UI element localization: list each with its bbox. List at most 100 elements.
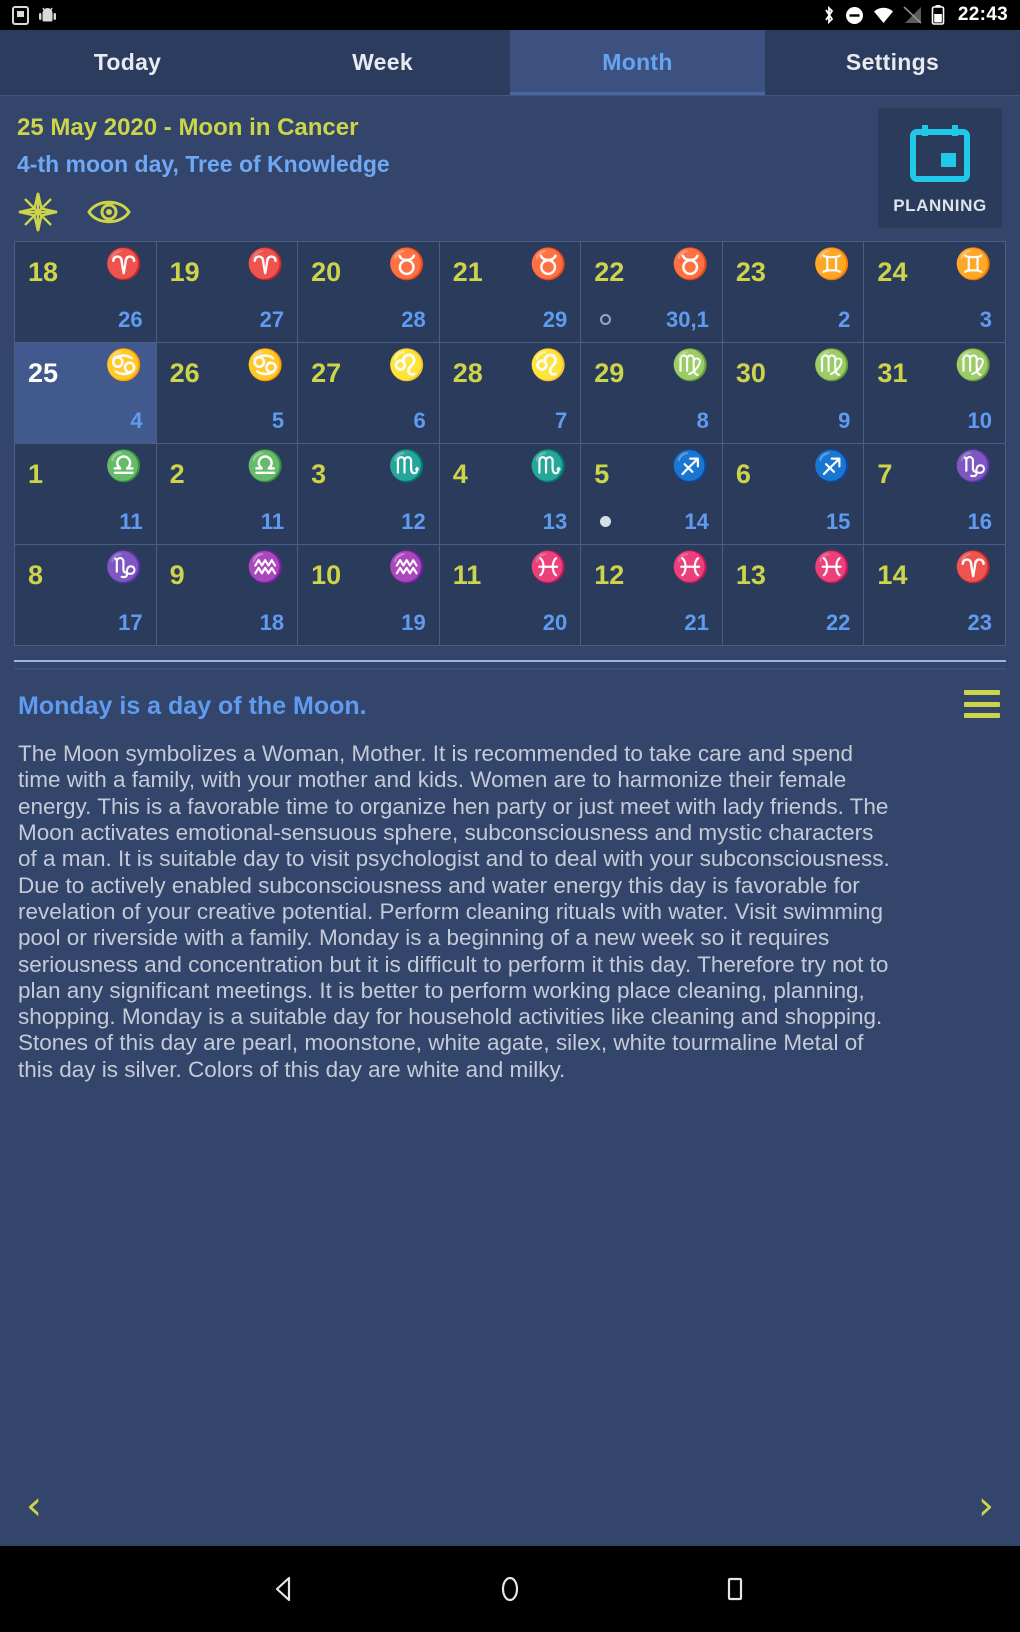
signal-off-icon: [903, 6, 922, 24]
previous-day-button[interactable]: ‹: [26, 1486, 42, 1526]
calendar-moon-day: 23: [967, 610, 992, 635]
tab-bar: Today Week Month Settings: [0, 30, 1020, 96]
tab-settings[interactable]: Settings: [765, 30, 1020, 95]
recents-icon[interactable]: [720, 1574, 750, 1604]
zodiac-cancer-icon: ♋: [246, 349, 285, 382]
calendar-day-cell[interactable]: 25 ♋ 4: [15, 343, 157, 444]
calendar-day-cell[interactable]: 20 ♉ 28: [298, 242, 440, 343]
calendar-day-cell[interactable]: 5 ♐ 14: [581, 444, 723, 545]
zodiac-virgo-icon: ♍: [671, 349, 709, 382]
dnd-icon: [845, 6, 864, 25]
zodiac-scorpio-icon: ♏: [529, 450, 568, 483]
calendar-day-cell[interactable]: 22 ♉ 30,1: [581, 242, 723, 343]
calendar-day-cell[interactable]: 8 ♑ 17: [15, 545, 157, 646]
zodiac-aries-icon: ♈: [105, 248, 143, 281]
tab-month[interactable]: Month: [510, 30, 765, 95]
calendar-day-cell[interactable]: 29 ♍ 8: [581, 343, 723, 444]
calendar-day-cell[interactable]: 23 ♊ 2: [722, 242, 865, 343]
calendar-day-cell[interactable]: 7 ♑ 16: [864, 444, 1006, 545]
calendar-day-number: 31: [877, 358, 908, 388]
calendar-day-cell[interactable]: 6 ♐ 15: [722, 444, 865, 545]
zodiac-leo-icon: ♌: [529, 349, 568, 382]
zodiac-aquarius-icon: ♒: [388, 551, 426, 584]
calendar-day-number: 30: [735, 358, 766, 388]
calendar-day-cell[interactable]: 10 ♒ 19: [298, 545, 440, 646]
calendar-moon-day: 22: [825, 610, 851, 635]
calendar-moon-day: 13: [542, 509, 568, 534]
calendar-day-cell[interactable]: 13 ♓ 22: [722, 545, 865, 646]
calendar-day-cell[interactable]: 30 ♍ 9: [722, 343, 865, 444]
home-icon[interactable]: [495, 1574, 525, 1604]
calendar-day-cell[interactable]: 28 ♌ 7: [439, 343, 582, 444]
calendar-day-number: 6: [735, 459, 751, 489]
calendar-day-cell[interactable]: 4 ♏ 13: [439, 444, 582, 545]
android-status-bar: 22:43: [0, 0, 1020, 30]
calendar-moon-day: 15: [825, 509, 851, 534]
calendar-day-number: 27: [311, 358, 342, 388]
status-bar-right-icons: 22:43: [822, 4, 1008, 26]
calendar-moon-day: 14: [684, 509, 709, 534]
calendar-day-cell[interactable]: 21 ♉ 29: [439, 242, 582, 343]
tab-week[interactable]: Week: [255, 30, 510, 95]
eye-icon[interactable]: [87, 195, 131, 229]
calendar-day-number: 11: [452, 560, 482, 590]
back-icon[interactable]: [270, 1574, 300, 1604]
hamburger-icon[interactable]: [964, 690, 1000, 718]
battery-icon: [931, 5, 945, 25]
planning-button[interactable]: PLANNING: [878, 108, 1002, 228]
calendar-grid: 18 ♈ 26 19 ♈ 27 20 ♉ 28 21 ♉ 29 22 ♉ 30,1 23 ♊ 2 24 ♊ 3 25 ♋ 4 2…: [14, 241, 1006, 646]
calendar-day-cell[interactable]: 18 ♈ 26: [15, 242, 157, 343]
new-moon-icon: [600, 314, 612, 325]
calendar-day-cell[interactable]: 1 ♎ 11: [15, 444, 157, 545]
calendar-day-cell[interactable]: 31 ♍ 10: [864, 343, 1006, 444]
calendar-day-number: 21: [452, 257, 483, 287]
calendar-day-cell[interactable]: 11 ♓ 20: [439, 545, 582, 646]
calendar-moon-day: 11: [119, 509, 143, 534]
next-day-button[interactable]: ›: [978, 1486, 994, 1526]
hamburger-bar: [964, 690, 1000, 695]
description-title: Monday is a day of the Moon.: [18, 692, 367, 720]
calendar-day-number: 8: [28, 560, 44, 590]
calendar-day-cell[interactable]: 24 ♊ 3: [864, 242, 1006, 343]
eight-pointed-star-icon[interactable]: [17, 191, 59, 233]
calendar-day-number: 4: [452, 459, 468, 489]
zodiac-libra-icon: ♎: [246, 450, 285, 483]
zodiac-scorpio-icon: ♏: [388, 450, 426, 483]
zodiac-aries-icon: ♈: [954, 551, 992, 584]
calendar-day-number: 25: [28, 358, 59, 388]
calendar-day-cell[interactable]: 12 ♓ 21: [581, 545, 723, 646]
calendar-moon-day: 2: [838, 307, 851, 332]
zodiac-pisces-icon: ♓: [529, 551, 568, 584]
day-header: 25 May 2020 - Moon in Cancer 4-th moon d…: [0, 96, 1020, 241]
calendar-day-cell[interactable]: 9 ♒ 18: [156, 545, 299, 646]
calendar-day-cell[interactable]: 19 ♈ 27: [156, 242, 299, 343]
calendar-day-cell[interactable]: 26 ♋ 5: [156, 343, 299, 444]
calendar-day-number: 9: [169, 560, 185, 590]
bluetooth-icon: [822, 5, 836, 25]
status-bar-clock: 22:43: [957, 4, 1008, 25]
zodiac-capricorn-icon: ♑: [954, 450, 992, 483]
calendar-moon-day: 18: [259, 610, 285, 635]
hamburger-bar: [964, 701, 1000, 707]
sdcard-icon: [12, 5, 29, 25]
calendar-day-number: 7: [877, 459, 893, 489]
zodiac-virgo-icon: ♍: [813, 349, 851, 382]
calendar-day-cell[interactable]: 27 ♌ 6: [298, 343, 440, 444]
calendar-day-cell[interactable]: 3 ♏ 12: [298, 444, 440, 545]
app-root: 22:43 Today Week Month Settings 25 May 2…: [0, 0, 1020, 1632]
calendar-moon-day: 8: [696, 408, 709, 433]
status-bar-left-icons: [12, 5, 56, 25]
calendar-day-number: 23: [735, 257, 766, 287]
tab-today[interactable]: Today: [0, 30, 255, 95]
calendar-day-number: 18: [28, 257, 59, 287]
calendar-day-number: 3: [311, 459, 327, 489]
calendar-moon-day: 29: [542, 307, 568, 332]
zodiac-gemini-icon: ♊: [954, 248, 992, 281]
zodiac-cancer-icon: ♋: [105, 349, 143, 382]
calendar-day-number: 26: [169, 358, 200, 388]
calendar-moon-day: 7: [555, 408, 568, 433]
calendar-day-cell[interactable]: 14 ♈ 23: [864, 545, 1006, 646]
calendar-day-cell[interactable]: 2 ♎ 11: [156, 444, 299, 545]
calendar-day-number: 20: [311, 257, 342, 287]
android-nav-bar: [0, 1546, 1020, 1632]
